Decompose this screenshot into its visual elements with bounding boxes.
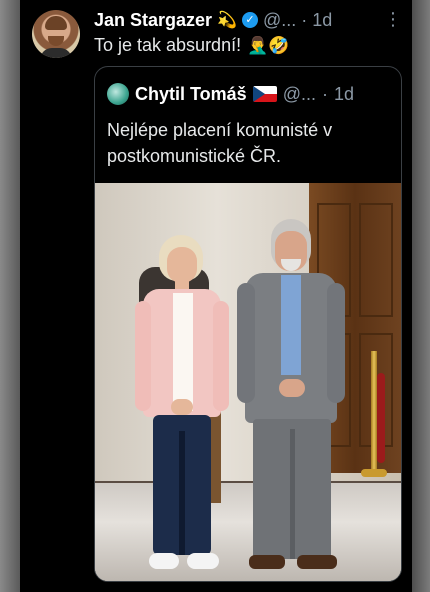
dizzy-emoji: 💫 bbox=[217, 12, 237, 29]
tweet-emojis: 🤦‍♂️🤣 bbox=[247, 35, 290, 55]
quoted-dot-separator: · bbox=[321, 83, 328, 104]
quoted-author-name: Chytil Tomáš bbox=[135, 83, 247, 104]
author-handle[interactable]: @... bbox=[263, 10, 296, 31]
tweet-text: To je tak absurdní! 🤦‍♂️🤣 bbox=[94, 35, 289, 56]
author-avatar[interactable] bbox=[32, 10, 80, 58]
device-bezel-left bbox=[0, 0, 20, 592]
verified-badge-icon: ✓ bbox=[241, 12, 258, 28]
quoted-author-avatar bbox=[107, 83, 129, 105]
quoted-author-handle: @... bbox=[282, 83, 316, 104]
quoted-tweet-header: Chytil Tomáš @... · 1d bbox=[107, 81, 391, 107]
czech-flag-icon bbox=[252, 86, 277, 102]
dot-separator: · bbox=[301, 9, 308, 30]
tweet-header: Jan Stargazer 💫 ✓ @... · 1d bbox=[94, 9, 402, 31]
quoted-tweet-text: Nejlépe placení komunisté v postkomunist… bbox=[107, 120, 333, 166]
more-vertical-icon[interactable]: ⋮ bbox=[384, 8, 402, 30]
man-in-grey-suit bbox=[235, 219, 345, 581]
quoted-tweet-time: 1d bbox=[333, 83, 354, 104]
tweet-text-body: To je tak absurdní! bbox=[94, 35, 242, 55]
device-bezel-right bbox=[412, 0, 430, 592]
author-name[interactable]: Jan Stargazer bbox=[94, 10, 212, 31]
woman-in-pink-blazer bbox=[131, 231, 231, 581]
tweet-time[interactable]: 1d bbox=[312, 10, 332, 31]
tweet-screen: Jan Stargazer 💫 ✓ @... · 1d ⋮ To je tak … bbox=[20, 0, 412, 592]
quoted-tweet-photo[interactable] bbox=[95, 183, 401, 581]
velvet-rope bbox=[377, 373, 385, 463]
quoted-tweet[interactable]: Chytil Tomáš @... · 1d Nejlépe placení k… bbox=[94, 66, 402, 582]
